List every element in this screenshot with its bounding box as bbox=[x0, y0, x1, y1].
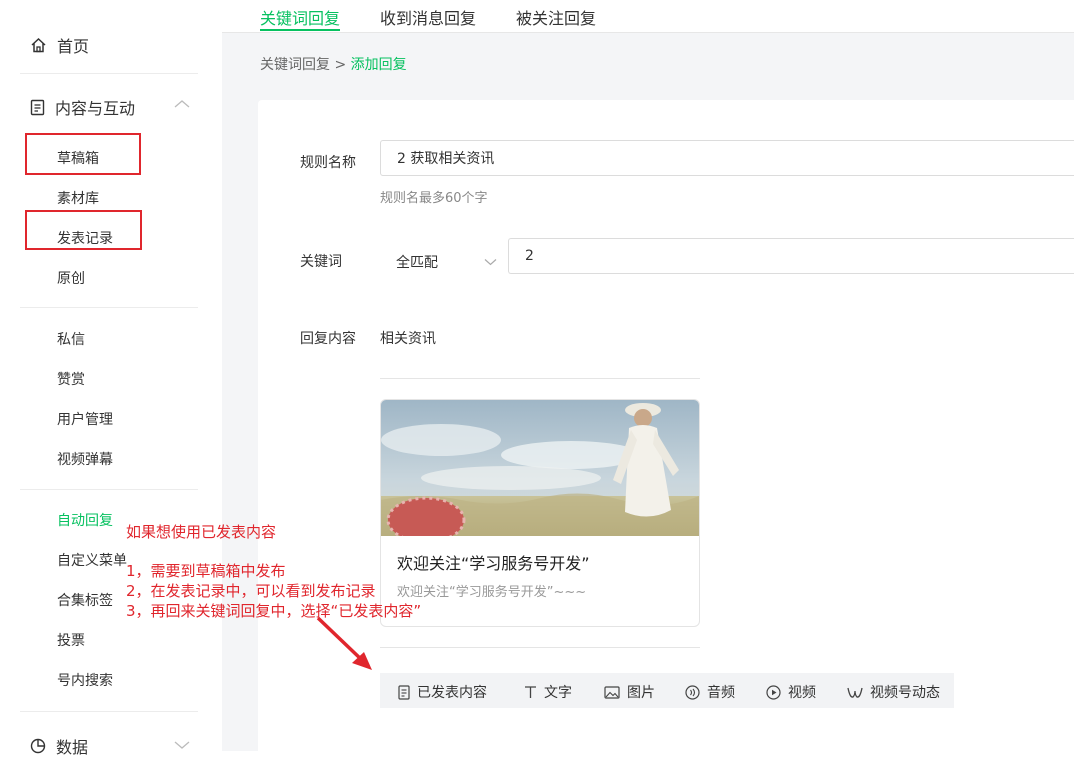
tool-video-label: 视频 bbox=[788, 685, 816, 701]
chevron-down-icon[interactable] bbox=[174, 740, 190, 750]
sidebar-divider bbox=[20, 307, 198, 308]
article-title: 欢迎关注“学习服务号开发” bbox=[397, 554, 590, 573]
sidebar-item-materials[interactable]: 素材库 bbox=[57, 188, 99, 208]
breadcrumb: 关键词回复 > 添加回复 bbox=[260, 54, 407, 74]
tool-text-label: 文字 bbox=[544, 685, 572, 701]
chevron-up-icon[interactable] bbox=[174, 99, 190, 109]
annotation-step: 2，在发表记录中，可以看到发布记录 bbox=[126, 582, 376, 600]
breadcrumb-current: 添加回复 bbox=[350, 57, 407, 73]
sidebar-item-messages[interactable]: 私信 bbox=[57, 329, 85, 349]
match-mode-select[interactable]: 全匹配 bbox=[380, 240, 502, 276]
annotation-heading: 如果想使用已发表内容 bbox=[126, 523, 277, 541]
match-mode-value: 全匹配 bbox=[396, 255, 438, 271]
sidebar-bottom-label: 数据 bbox=[56, 738, 89, 757]
keyword-input[interactable]: 2 bbox=[508, 238, 1074, 274]
rule-name-input[interactable]: 2 获取相关资讯 bbox=[380, 140, 1074, 176]
tool-channels-post-label: 视频号动态 bbox=[870, 685, 940, 701]
sidebar: 首页 内容与互动 草稿箱 素材库 发表记录 原创 私信 赞赏 用户管理 视频弹幕… bbox=[0, 0, 222, 757]
sidebar-item-original[interactable]: 原创 bbox=[57, 268, 85, 288]
article-digest: 欢迎关注“学习服务号开发”~~~ bbox=[397, 585, 587, 600]
reply-divider bbox=[380, 378, 700, 379]
highlight-box-drafts bbox=[25, 133, 141, 175]
sidebar-item-rewards[interactable]: 赞赏 bbox=[57, 369, 85, 389]
sidebar-item-auto-reply[interactable]: 自动回复 bbox=[57, 510, 113, 530]
tool-audio[interactable]: 音频 bbox=[685, 682, 735, 702]
rule-name-hint: 规则名最多60个字 bbox=[380, 191, 488, 206]
tool-channels-post[interactable]: 视频号动态 bbox=[847, 682, 940, 702]
top-tab-bar bbox=[222, 0, 1074, 33]
keyword-value: 2 bbox=[525, 248, 534, 264]
tab-follow-reply[interactable]: 被关注回复 bbox=[516, 5, 596, 29]
sidebar-home-label: 首页 bbox=[57, 37, 90, 56]
rule-name-value: 2 获取相关资讯 bbox=[397, 151, 495, 167]
tool-image-label: 图片 bbox=[627, 685, 655, 701]
breadcrumb-parent[interactable]: 关键词回复 bbox=[260, 57, 330, 73]
sidebar-divider bbox=[20, 73, 198, 74]
sidebar-section-label: 内容与互动 bbox=[55, 99, 136, 118]
audio-icon bbox=[685, 684, 700, 700]
sidebar-section-data[interactable]: 数据 bbox=[30, 734, 190, 758]
reply-content-label: 回复内容 bbox=[300, 331, 356, 347]
sidebar-divider bbox=[20, 489, 198, 490]
sidebar-item-search[interactable]: 号内搜索 bbox=[57, 670, 113, 690]
sidebar-item-collections[interactable]: 合集标签 bbox=[57, 590, 113, 610]
text-icon bbox=[525, 686, 536, 698]
home-icon bbox=[31, 37, 46, 53]
sidebar-divider bbox=[20, 711, 198, 712]
sidebar-item-custom-menu[interactable]: 自定义菜单 bbox=[57, 550, 127, 570]
tool-published-content-label: 已发表内容 bbox=[417, 685, 487, 701]
sidebar-home[interactable]: 首页 bbox=[30, 33, 89, 57]
article-cover-image bbox=[381, 400, 699, 536]
sidebar-item-danmaku[interactable]: 视频弹幕 bbox=[57, 449, 113, 469]
annotation-arrow-icon bbox=[316, 616, 372, 670]
tool-video[interactable]: 视频 bbox=[766, 682, 816, 702]
reply-text: 相关资讯 bbox=[380, 331, 436, 347]
tool-text[interactable]: 文字 bbox=[524, 682, 572, 702]
highlight-box-publish-records bbox=[25, 210, 142, 250]
tab-message-reply[interactable]: 收到消息回复 bbox=[380, 5, 476, 29]
document-icon bbox=[30, 99, 45, 115]
article-card[interactable]: 欢迎关注“学习服务号开发” 欢迎关注“学习服务号开发”~~~ bbox=[380, 399, 700, 627]
tool-audio-label: 音频 bbox=[707, 685, 735, 701]
active-tab-indicator bbox=[260, 29, 340, 31]
image-icon bbox=[604, 685, 620, 699]
document-icon bbox=[398, 684, 410, 700]
chart-icon bbox=[30, 738, 46, 754]
article-divider bbox=[380, 647, 700, 648]
rule-name-label: 规则名称 bbox=[300, 155, 356, 171]
play-icon bbox=[766, 684, 781, 700]
chevron-down-icon bbox=[484, 259, 497, 266]
tab-keyword-reply[interactable]: 关键词回复 bbox=[260, 5, 340, 29]
keyword-label: 关键词 bbox=[300, 254, 342, 270]
reply-type-toolbar: 已发表内容 文字 图片 音频 视频 视频号动态 bbox=[380, 673, 954, 708]
breadcrumb-separator: > bbox=[334, 57, 347, 73]
tool-image[interactable]: 图片 bbox=[604, 682, 655, 702]
annotation-step: 1，需要到草稿箱中发布 bbox=[126, 562, 286, 580]
sidebar-section-content[interactable]: 内容与互动 bbox=[30, 95, 190, 119]
sidebar-item-users[interactable]: 用户管理 bbox=[57, 409, 113, 429]
tool-published-content[interactable]: 已发表内容 bbox=[398, 682, 487, 702]
channels-icon bbox=[847, 687, 863, 698]
sidebar-item-vote[interactable]: 投票 bbox=[57, 630, 85, 650]
